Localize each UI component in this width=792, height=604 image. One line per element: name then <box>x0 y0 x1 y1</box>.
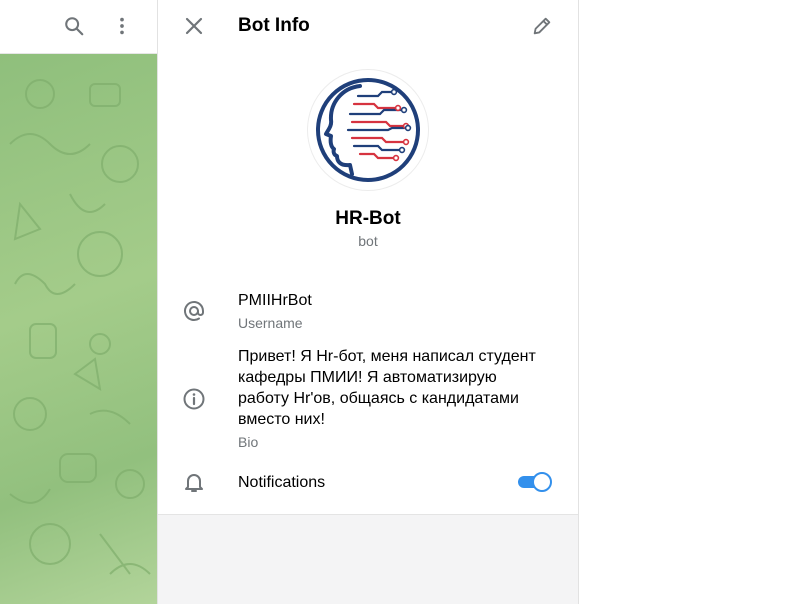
close-button[interactable] <box>178 10 210 42</box>
bot-avatar[interactable] <box>308 70 428 190</box>
panel-divider <box>578 0 579 604</box>
chat-pane <box>0 0 157 604</box>
more-vertical-icon <box>120 17 124 35</box>
at-sign-icon <box>178 295 210 327</box>
notifications-label: Notifications <box>238 474 326 491</box>
bio-value[interactable]: Привет! Я Hr-бот, меня написал студент к… <box>238 346 548 430</box>
username-label: Username <box>238 315 303 331</box>
chat-doodle-pattern <box>9 79 151 575</box>
notifications-toggle[interactable] <box>518 472 552 492</box>
info-icon <box>178 383 210 415</box>
bot-logo <box>316 78 420 182</box>
bell-icon <box>178 466 210 498</box>
chat-header <box>0 0 157 54</box>
search-button[interactable] <box>58 10 90 42</box>
toggle-knob <box>532 472 552 492</box>
pencil-icon <box>533 17 551 35</box>
username-value[interactable]: PMIIHrBot <box>238 290 312 311</box>
bio-label: Bio <box>238 434 259 450</box>
close-icon <box>185 17 203 35</box>
edit-button[interactable] <box>526 10 558 42</box>
panel-title: Bot Info <box>238 15 310 36</box>
bot-info-panel: Bot Info HR-Bot bot PMIIHrBot Username П… <box>158 0 578 604</box>
chat-background <box>0 54 157 604</box>
search-icon <box>65 17 84 36</box>
bot-info-card: Bot Info HR-Bot bot PMIIHrBot Username П… <box>158 0 578 515</box>
bot-name: HR-Bot <box>335 208 401 229</box>
more-menu-button[interactable] <box>106 10 138 42</box>
bot-status: bot <box>358 233 378 249</box>
